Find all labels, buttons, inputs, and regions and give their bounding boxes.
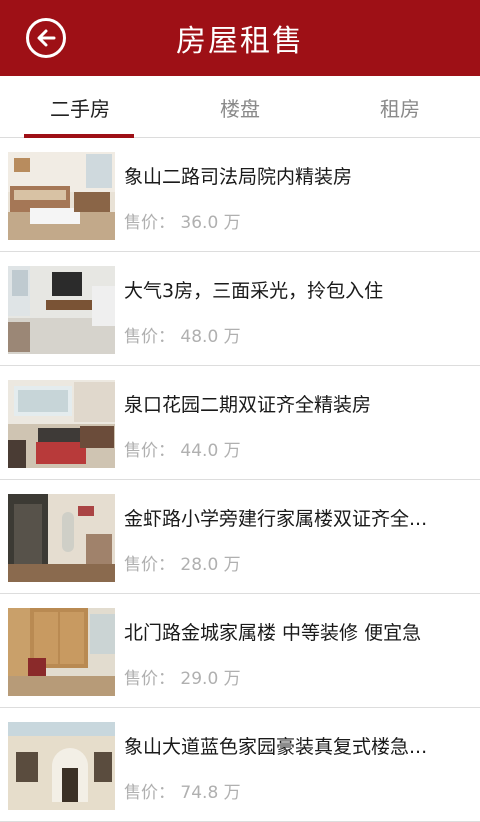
listing-price: 售价： 74.8 万 (124, 783, 241, 803)
list-item[interactable]: 大气3房，三面采光，拎包入住 售价： 48.0 万 (0, 252, 480, 366)
listing-list[interactable]: 象山二路司法局院内精装房 售价： 36.0 万 大气3房，三面采光，拎包入住 售… (0, 138, 480, 822)
listing-photo (8, 266, 115, 354)
listing-photo (8, 380, 115, 468)
list-item[interactable]: 泉口花园二期双证齐全精装房 售价： 44.0 万 (0, 366, 480, 480)
page-title: 房屋租售 (176, 24, 304, 59)
list-item[interactable]: 北门路金城家属楼 中等装修 便宜急 售价： 29.0 万 (0, 594, 480, 708)
tab-second-hand[interactable]: 二手房 (0, 76, 160, 138)
tab-rentals[interactable]: 租房 (320, 76, 480, 138)
listing-price: 售价： 28.0 万 (124, 555, 241, 575)
listing-title: 象山二路司法局院内精装房 (124, 166, 353, 188)
app-header: 房屋租售 (0, 0, 480, 76)
category-tabs: 二手房 楼盘 租房 (0, 76, 480, 138)
listing-price: 售价： 48.0 万 (124, 327, 241, 347)
listing-title: 泉口花园二期双证齐全精装房 (124, 394, 372, 416)
listing-title: 金虾路小学旁建行家属楼双证齐全... (124, 508, 428, 530)
listing-title: 象山大道蓝色家园豪装真复式楼急... (124, 736, 428, 758)
listing-title: 北门路金城家属楼 中等装修 便宜急 (124, 622, 422, 644)
list-item[interactable]: 象山大道蓝色家园豪装真复式楼急... 售价： 74.8 万 (0, 708, 480, 822)
listing-price: 售价： 29.0 万 (124, 669, 241, 689)
listing-photo (8, 494, 115, 582)
listing-price: 售价： 44.0 万 (124, 441, 241, 461)
listing-photo (8, 722, 115, 810)
listing-photo (8, 152, 115, 240)
listing-title: 大气3房，三面采光，拎包入住 (124, 280, 384, 302)
listing-price: 售价： 36.0 万 (124, 213, 241, 233)
tab-new-properties[interactable]: 楼盘 (160, 76, 320, 138)
list-item[interactable]: 金虾路小学旁建行家属楼双证齐全... 售价： 28.0 万 (0, 480, 480, 594)
listing-photo (8, 608, 115, 696)
list-item[interactable]: 象山二路司法局院内精装房 售价： 36.0 万 (0, 138, 480, 252)
